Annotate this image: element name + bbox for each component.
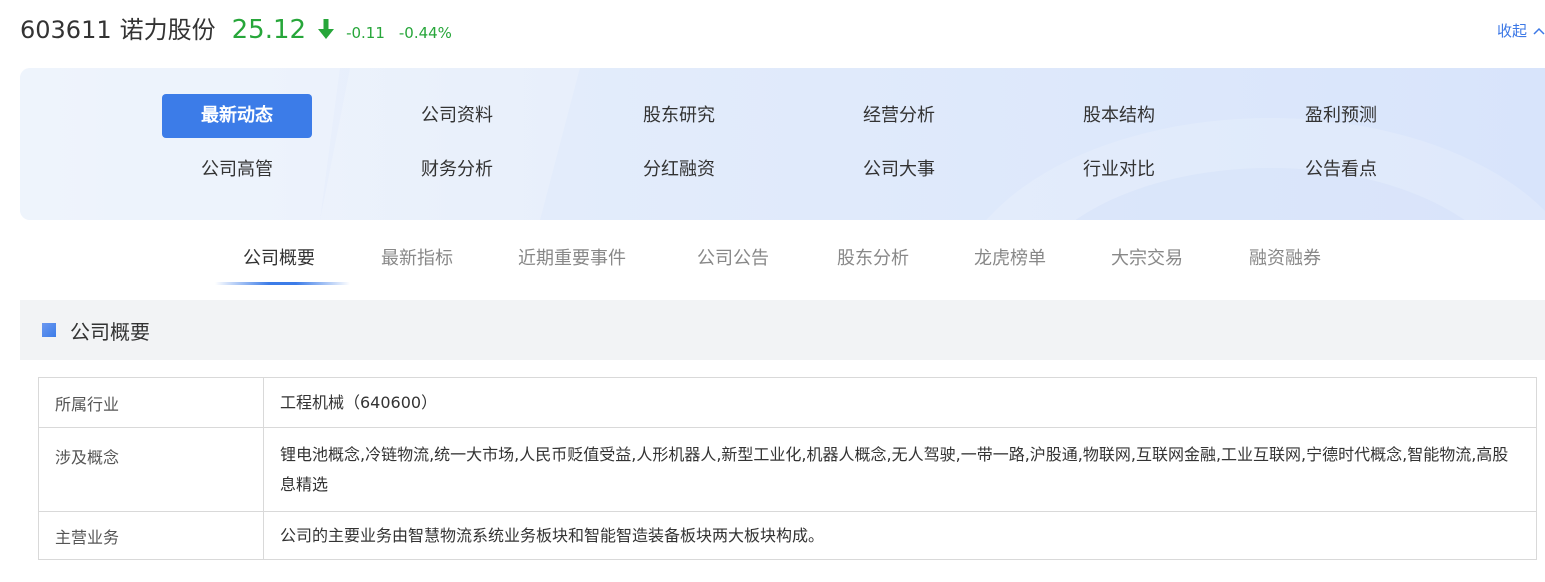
industry-value: 工程机械（640600） [263, 377, 1537, 428]
stock-change-percent: -0.44% [398, 24, 452, 42]
nav-grid: 最新动态 公司资料 股东研究 经营分析 股本结构 盈利预测公司高管 财务分析 分红融资 公司大事… [20, 68, 1545, 220]
subtab-announcements[interactable]: 公司公告 [697, 244, 769, 284]
main-business-value: 公司的主要业务由智慧物流系统业务板块和智能智造装备板块两大板块构成。 [263, 511, 1537, 560]
main-business-label: 主营业务 [38, 511, 264, 560]
collapse-label: 收起 [1496, 22, 1527, 40]
nav-item-earnings-forecast[interactable]: 盈利预测 [1266, 94, 1416, 138]
concepts-value: 锂电池概念,冷链物流,统一大市场,人民币贬值受益,人形机器人,新型工业化,机器人… [263, 427, 1537, 512]
section-title: 公司概要 [70, 319, 150, 344]
nav-item-operation-analysis[interactable]: 经营分析 [824, 94, 974, 138]
nav-item-latest-news[interactable]: 最新动态 [162, 94, 312, 138]
nav-item-share-structure[interactable]: 股本结构 [1044, 94, 1194, 138]
industry-label: 所属行业 [38, 377, 264, 428]
nav-item-company-events[interactable]: 公司大事 [824, 148, 974, 192]
subtab-overview[interactable]: 公司概要 [243, 244, 315, 284]
nav-item-financial-analysis[interactable]: 财务分析 [382, 148, 532, 192]
down-arrow-icon [316, 18, 336, 40]
section-header: 公司概要 [20, 300, 1545, 360]
subtab-dragon-tiger-list[interactable]: 龙虎榜单 [974, 244, 1046, 284]
nav-item-announcement-highlights[interactable]: 公告看点 [1266, 148, 1416, 192]
concepts-label: 涉及概念 [38, 427, 264, 512]
subtab-shareholder-analysis[interactable]: 股东分析 [837, 244, 909, 284]
active-subtab-underline [215, 282, 350, 285]
table-row: 所属行业 工程机械（640600） [38, 377, 1537, 428]
collapse-button[interactable]: 收起 [1497, 20, 1545, 41]
subtab-recent-events[interactable]: 近期重要事件 [518, 244, 626, 284]
stock-name: 诺力股份 [119, 16, 216, 44]
subtab-block-trades[interactable]: 大宗交易 [1111, 244, 1183, 284]
nav-item-company-profile[interactable]: 公司资料 [382, 94, 532, 138]
section-marker-icon [42, 323, 56, 337]
table-row: 主营业务 公司的主要业务由智慧物流系统业务板块和智能智造装备板块两大板块构成。 [38, 511, 1537, 560]
stock-header: 603611 诺力股份 25.12 -0.11 -0.44% [20, 10, 452, 45]
stock-code: 603611 [20, 16, 112, 44]
nav-item-dividend-financing[interactable]: 分红融资 [604, 148, 754, 192]
subtab-margin-trading[interactable]: 融资融券 [1249, 244, 1321, 284]
nav-item-executives[interactable]: 公司高管 [162, 148, 312, 192]
chevron-up-icon [1533, 27, 1545, 35]
subtab-bar: 公司概要 最新指标 近期重要事件 公司公告 股东分析 龙虎榜单 大宗交易 融资融券 [0, 244, 1545, 284]
company-overview-table: 所属行业 工程机械（640600） 涉及概念 锂电池概念,冷链物流,统一大市场,… [38, 377, 1537, 560]
nav-item-shareholder-research[interactable]: 股东研究 [604, 94, 754, 138]
stock-change: -0.11 [346, 24, 385, 42]
subtab-latest-indicators[interactable]: 最新指标 [381, 244, 453, 284]
nav-panel: 最新动态 公司资料 股东研究 经营分析 股本结构 盈利预测公司高管 财务分析 分红融资 公司大事… [20, 68, 1545, 220]
stock-price: 25.12 [231, 15, 307, 45]
table-row: 涉及概念 锂电池概念,冷链物流,统一大市场,人民币贬值受益,人形机器人,新型工业… [38, 427, 1537, 512]
nav-item-industry-comparison[interactable]: 行业对比 [1044, 148, 1194, 192]
